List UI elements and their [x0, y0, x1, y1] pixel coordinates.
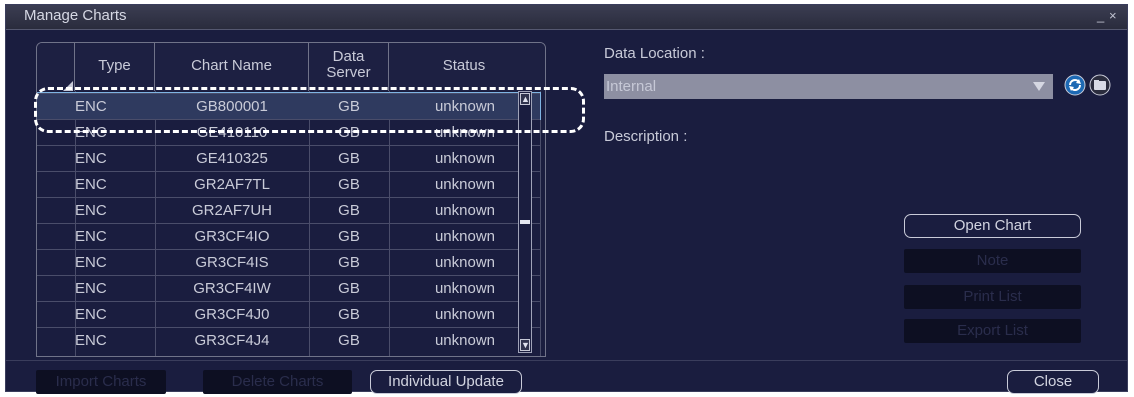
data-location-select[interactable]: Internal	[604, 74, 1053, 99]
table-row[interactable]: ENC GR3CF4IW GB unknown	[37, 275, 540, 301]
column-header-type[interactable]: Type	[75, 43, 155, 91]
table-scrollbar[interactable]: ▲ ▼	[518, 91, 532, 353]
folder-icon[interactable]	[1089, 74, 1111, 96]
description-label: Description :	[604, 128, 688, 145]
refresh-icon[interactable]	[1064, 74, 1086, 96]
table-row[interactable]: ENC GR3CF4J0 GB unknown	[37, 301, 540, 327]
table-row[interactable]: ENC GB800001 GB unknown	[37, 92, 541, 120]
delete-charts-button[interactable]: Delete Charts	[203, 370, 352, 394]
column-header-chart-name[interactable]: Chart Name	[155, 43, 309, 91]
table-row[interactable]: ENC GE410110 GB unknown	[37, 119, 540, 145]
note-button[interactable]: Note	[904, 249, 1081, 273]
scroll-top-icon[interactable]: ▲	[520, 93, 530, 105]
table-row[interactable]: ENC GR3CF4J4 GB unknown	[37, 327, 540, 353]
import-charts-button[interactable]: Import Charts	[36, 370, 166, 394]
charts-table: Type Chart Name Data Server Status ENC G…	[36, 42, 546, 357]
data-location-label: Data Location :	[604, 45, 705, 62]
table-row[interactable]: ENC GR3CF4IS GB unknown	[37, 249, 540, 275]
table-row[interactable]: ENC GR2AF7UH GB unknown	[37, 197, 540, 223]
minimize-button[interactable]: _	[1097, 8, 1104, 23]
scroll-bottom-icon[interactable]: ▼	[520, 339, 530, 351]
open-chart-button[interactable]: Open Chart	[904, 214, 1081, 238]
column-header-data-server[interactable]: Data Server	[309, 43, 389, 91]
manage-charts-window: Manage Charts _ × Type Chart Name Data S…	[5, 4, 1128, 394]
print-list-button[interactable]: Print List	[904, 285, 1081, 309]
table-row[interactable]: ENC GR2AF7TL GB unknown	[37, 171, 540, 197]
close-window-button[interactable]: ×	[1109, 8, 1117, 23]
close-button[interactable]: Close	[1007, 370, 1099, 394]
sort-corner-icon	[63, 81, 73, 91]
scroll-thumb[interactable]	[520, 220, 530, 224]
window-title: Manage Charts	[24, 7, 127, 24]
bottom-divider	[6, 360, 1127, 361]
table-row[interactable]: ENC GR3CF4IO GB unknown	[37, 223, 540, 249]
title-bar: Manage Charts _ ×	[6, 5, 1127, 30]
column-header-status[interactable]: Status	[389, 43, 539, 91]
export-list-button[interactable]: Export List	[904, 319, 1081, 343]
table-header: Type Chart Name Data Server Status	[37, 43, 545, 91]
table-row[interactable]: ENC GE410325 GB unknown	[37, 145, 540, 171]
chevron-down-icon	[1033, 82, 1045, 91]
select-column-header	[37, 43, 75, 91]
individual-update-button[interactable]: Individual Update	[370, 370, 522, 394]
